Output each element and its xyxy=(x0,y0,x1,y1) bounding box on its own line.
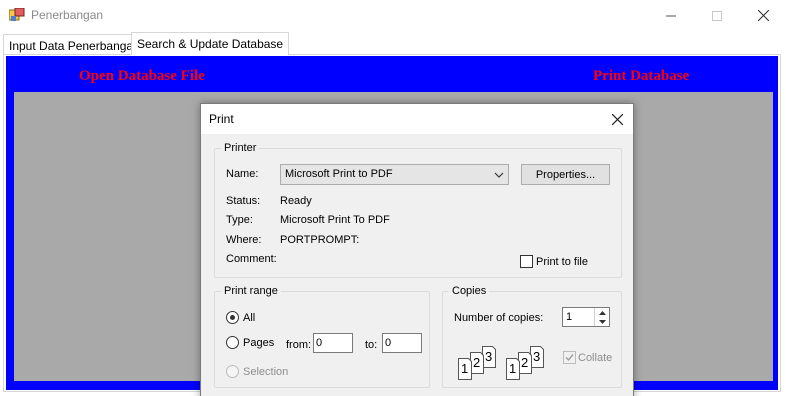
dialog-title-bar: Print xyxy=(201,104,633,134)
to-label: to: xyxy=(365,339,378,351)
where-value: PORTPROMPT: xyxy=(280,234,360,246)
pages-label[interactable]: Pages xyxy=(243,337,274,349)
type-label: Type: xyxy=(226,214,253,226)
status-value: Ready xyxy=(280,195,312,207)
all-radio[interactable] xyxy=(226,311,239,324)
tab-input-data[interactable]: Input Data Penerbangan xyxy=(3,34,146,54)
minimize-button[interactable] xyxy=(648,0,694,31)
all-label[interactable]: All xyxy=(243,312,255,324)
collate-label[interactable]: Collate xyxy=(578,352,612,364)
copies-group: Copies Number of copies: 1 3 2 1 3 2 1 C… xyxy=(442,285,622,388)
page-number: 3 xyxy=(533,349,541,364)
where-label: Where: xyxy=(226,234,262,246)
type-value: Microsoft Print To PDF xyxy=(280,214,390,226)
app-icon xyxy=(8,7,25,22)
page-number: 3 xyxy=(485,349,493,364)
checkmark-icon xyxy=(565,354,574,362)
page-number: 1 xyxy=(509,361,517,376)
properties-button[interactable]: Properties... xyxy=(521,164,610,185)
copies-value: 1 xyxy=(566,311,573,323)
printer-legend: Printer xyxy=(221,142,260,154)
printer-name-value: Microsoft Print to PDF xyxy=(285,168,393,180)
print-range-group: Print range All Pages from: 0 to: 0 Sele… xyxy=(214,285,430,388)
print-range-legend: Print range xyxy=(221,285,281,297)
dialog-close-button[interactable] xyxy=(601,104,633,134)
number-of-copies-label: Number of copies: xyxy=(454,312,544,324)
collate-pages-icon: 3 2 1 xyxy=(505,344,549,380)
collate-checkbox[interactable] xyxy=(563,351,576,364)
stepper-down-icon[interactable] xyxy=(595,317,609,326)
from-label: from: xyxy=(286,339,312,351)
print-to-file-checkbox[interactable] xyxy=(520,255,533,268)
selection-label[interactable]: Selection xyxy=(243,366,288,378)
page-number: 2 xyxy=(473,355,481,370)
comment-label: Comment: xyxy=(226,253,277,265)
copies-stepper[interactable]: 1 xyxy=(562,307,610,327)
tab-search-update[interactable]: Search & Update Database xyxy=(131,32,290,55)
print-dialog: Print Printer Name: Microsoft Print to P… xyxy=(200,103,634,396)
from-page-input[interactable]: 0 xyxy=(313,333,353,353)
print-database-link[interactable]: Print Database xyxy=(593,68,689,85)
name-label: Name: xyxy=(226,168,259,180)
window-title: Penerbangan xyxy=(31,8,104,22)
to-page-input[interactable]: 0 xyxy=(382,333,422,353)
page-number: 1 xyxy=(461,361,469,376)
copies-legend: Copies xyxy=(449,285,490,297)
printer-group: Printer Name: Microsoft Print to PDF Pro… xyxy=(214,142,622,278)
dialog-title: Print xyxy=(209,112,234,126)
pages-radio[interactable] xyxy=(226,336,239,349)
stepper-up-icon[interactable] xyxy=(595,308,609,317)
selection-radio[interactable] xyxy=(226,365,239,378)
print-to-file-label[interactable]: Print to file xyxy=(536,256,588,268)
maximize-button[interactable] xyxy=(694,0,740,31)
chevron-down-icon xyxy=(494,169,504,183)
printer-name-select[interactable]: Microsoft Print to PDF xyxy=(280,164,509,185)
status-label: Status: xyxy=(226,195,261,207)
stepper-buttons xyxy=(594,308,609,326)
page-number: 2 xyxy=(521,355,529,370)
close-button[interactable] xyxy=(740,0,786,31)
collate-pages-icon: 3 2 1 xyxy=(457,344,501,380)
open-database-link[interactable]: Open Database File xyxy=(79,68,205,85)
title-bar: Penerbangan xyxy=(0,0,786,31)
